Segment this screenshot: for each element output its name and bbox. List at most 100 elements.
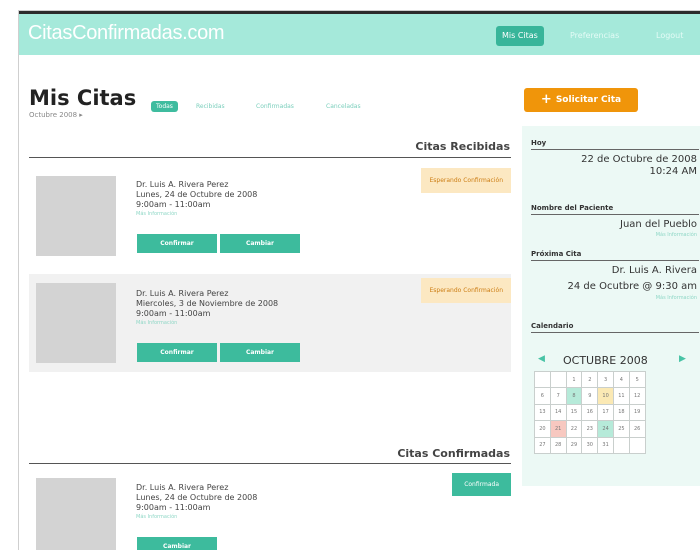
next-appointment-more-link[interactable]: Más Información bbox=[656, 295, 697, 301]
calendar-day-24[interactable]: 24 bbox=[597, 420, 614, 438]
calendar-day-3[interactable]: 3 bbox=[597, 370, 614, 389]
page-title: Mis Citas bbox=[29, 86, 137, 110]
status-badge: Esperando Confirmación bbox=[421, 278, 511, 303]
calendar-month-title: OCTUBRE 2008 bbox=[563, 354, 648, 367]
calendar-week-row: 6 7 8 9 10 11 12 bbox=[534, 387, 646, 405]
calendar-day-25[interactable]: 25 bbox=[612, 420, 630, 438]
appointment-date: Lunes, 24 de Octubre de 2008 bbox=[136, 190, 258, 199]
calendar-day-26[interactable]: 26 bbox=[628, 420, 646, 438]
calendar-day-1[interactable]: 1 bbox=[565, 370, 583, 389]
calendar-day-31[interactable]: 31 bbox=[597, 436, 614, 454]
more-info-link[interactable]: Más Información bbox=[136, 320, 177, 326]
calendar-day-22[interactable]: 22 bbox=[565, 420, 583, 438]
appointment-date: Lunes, 24 de Octubre de 2008 bbox=[136, 493, 258, 502]
filter-canceladas[interactable]: Canceladas bbox=[321, 101, 366, 112]
calendar-week-row: 12345 bbox=[534, 370, 646, 389]
next-appointment-date: 24 de Ocutbre @ 9:30 am bbox=[567, 281, 697, 292]
calendar-day-17[interactable]: 17 bbox=[597, 403, 614, 422]
more-info-link[interactable]: Más Información bbox=[136, 514, 177, 520]
section-divider bbox=[29, 463, 511, 464]
appointment-time: 9:00am - 11:00am bbox=[136, 309, 211, 318]
section-divider bbox=[29, 157, 511, 158]
app-frame: CitasConfirmadas.com Mis Citas Preferenc… bbox=[18, 10, 700, 550]
change-button[interactable]: Cambiar bbox=[220, 234, 300, 253]
confirm-button[interactable]: Confirmar bbox=[137, 234, 217, 253]
calendar-day-13[interactable]: 13 bbox=[534, 403, 551, 422]
request-appointment-label: Solicitar Cita bbox=[555, 95, 622, 105]
calendar-next-icon[interactable]: ▶ bbox=[679, 354, 686, 364]
calendar-day-8[interactable]: 8 bbox=[565, 387, 583, 405]
calendar-empty-cell bbox=[549, 370, 567, 389]
calendar-day-9[interactable]: 9 bbox=[581, 387, 599, 405]
calendar-day-12[interactable]: 12 bbox=[628, 387, 646, 405]
appointment-date: Miercoles, 3 de Noviembre de 2008 bbox=[136, 299, 279, 308]
sidebar-divider bbox=[531, 332, 699, 333]
more-info-link[interactable]: Más Información bbox=[136, 211, 177, 217]
patient-name: Juan del Pueblo bbox=[620, 219, 697, 230]
doctor-name: Dr. Luis A. Rivera Perez bbox=[136, 483, 229, 492]
appointment-card: Dr. Luis A. Rivera Perez Lunes, 24 de Oc… bbox=[29, 164, 511, 264]
appointment-time: 9:00am - 11:00am bbox=[136, 200, 211, 209]
today-label: Hoy bbox=[531, 139, 547, 147]
calendar-day-5[interactable]: 5 bbox=[628, 370, 646, 389]
calendar-day-29[interactable]: 29 bbox=[565, 436, 583, 454]
calendar-day-27[interactable]: 27 bbox=[534, 436, 551, 454]
calendar-day-18[interactable]: 18 bbox=[612, 403, 630, 422]
filter-confirmadas[interactable]: Confirmadas bbox=[251, 101, 299, 112]
calendar-day-11[interactable]: 11 bbox=[612, 387, 630, 405]
patient-more-link[interactable]: Más Información bbox=[656, 232, 697, 238]
calendar-day-6[interactable]: 6 bbox=[534, 387, 551, 405]
calendar-day-4[interactable]: 4 bbox=[612, 370, 630, 389]
calendar-day-23[interactable]: 23 bbox=[581, 420, 599, 438]
section-title-received: Citas Recibidas bbox=[415, 140, 510, 153]
filter-todas[interactable]: Todas bbox=[151, 101, 178, 112]
sidebar-divider bbox=[531, 214, 699, 215]
next-appointment-doctor: Dr. Luis A. Rivera bbox=[611, 265, 697, 276]
calendar-day-20[interactable]: 20 bbox=[534, 420, 551, 438]
doctor-name: Dr. Luis A. Rivera Perez bbox=[136, 180, 229, 189]
nav-preferencias[interactable]: Preferencias bbox=[564, 26, 625, 46]
calendar-day-2[interactable]: 2 bbox=[581, 370, 599, 389]
today-date: 22 de Octubre de 2008 bbox=[581, 154, 697, 165]
doctor-photo bbox=[36, 283, 116, 363]
appointment-card: Dr. Luis A. Rivera Perez Miercoles, 3 de… bbox=[29, 274, 511, 372]
calendar-day-28[interactable]: 28 bbox=[549, 436, 567, 454]
calendar-day-19[interactable]: 19 bbox=[628, 403, 646, 422]
request-appointment-button[interactable]: + Solicitar Cita bbox=[524, 88, 638, 112]
status-badge: Esperando Confirmación bbox=[421, 168, 511, 193]
confirm-button[interactable]: Confirmar bbox=[137, 343, 217, 362]
calendar-day-30[interactable]: 30 bbox=[581, 436, 599, 454]
doctor-name: Dr. Luis A. Rivera Perez bbox=[136, 289, 229, 298]
doctor-photo bbox=[36, 176, 116, 256]
top-navigation-bar: CitasConfirmadas.com Mis Citas Preferenc… bbox=[19, 11, 700, 55]
appointment-card: Dr. Luis A. Rivera Perez Lunes, 24 de Oc… bbox=[29, 466, 511, 550]
calendar-prev-icon[interactable]: ◀ bbox=[538, 354, 545, 364]
calendar-day-21[interactable]: 21 bbox=[549, 420, 567, 438]
change-button[interactable]: Cambiar bbox=[220, 343, 300, 362]
calendar-empty-cell bbox=[612, 436, 630, 454]
calendar-week-row: 13 14 15 16 17 18 19 bbox=[534, 403, 646, 422]
calendar-day-14[interactable]: 14 bbox=[549, 403, 567, 422]
nav-logout[interactable]: Logout bbox=[650, 26, 689, 46]
nav-mis-citas[interactable]: Mis Citas bbox=[496, 26, 544, 46]
patient-label: Nombre del Paciente bbox=[531, 204, 614, 212]
plus-icon: + bbox=[540, 92, 552, 107]
month-selector[interactable]: Octubre 2008 ▸ bbox=[29, 111, 83, 119]
site-logo[interactable]: CitasConfirmadas.com bbox=[28, 22, 225, 45]
calendar-label: Calendario bbox=[531, 322, 574, 330]
calendar-empty-cell bbox=[534, 370, 551, 389]
calendar-day-7[interactable]: 7 bbox=[549, 387, 567, 405]
section-title-confirmed: Citas Confirmadas bbox=[397, 447, 510, 460]
calendar-grid: 1 2 3 4 5 6 7 8 9 10 11 12 13 14 15 16 17 18 19 20 21 22 23 24 2… bbox=[534, 370, 646, 454]
change-button[interactable]: Cambiar bbox=[137, 537, 217, 550]
today-time: 10:24 AM bbox=[649, 166, 697, 177]
calendar-week-row: 27 28 29 30 31 bbox=[534, 436, 646, 454]
calendar-day-16[interactable]: 16 bbox=[581, 403, 599, 422]
calendar-day-15[interactable]: 15 bbox=[565, 403, 583, 422]
calendar-day-10[interactable]: 10 bbox=[597, 387, 614, 405]
next-appointment-label: Próxima Cita bbox=[531, 250, 582, 258]
calendar-empty-cell bbox=[628, 436, 646, 454]
filter-recibidas[interactable]: Recibidas bbox=[191, 101, 230, 112]
doctor-photo bbox=[36, 478, 116, 550]
sidebar-divider bbox=[531, 260, 699, 261]
